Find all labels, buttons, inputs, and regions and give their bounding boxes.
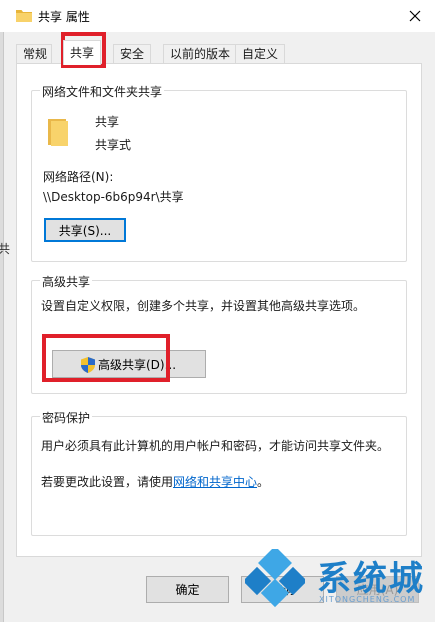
close-button[interactable] xyxy=(403,4,427,28)
tab-security[interactable]: 安全 xyxy=(113,44,151,64)
ok-button[interactable]: 确定 xyxy=(146,576,229,603)
advanced-share-button-label: 高级共享(D)... xyxy=(97,357,177,372)
share-button[interactable]: 共享(S)... xyxy=(44,218,126,242)
network-path-value: \\Desktop-6b6p94r\共享 xyxy=(43,190,184,204)
network-share-group: 网络文件和文件夹共享 共享 共享式 网络路径(N): \\Desktop-6b6… xyxy=(31,83,407,262)
cancel-button[interactable]: 取消 xyxy=(241,576,324,603)
tab-general[interactable]: 常规 xyxy=(16,44,52,64)
advanced-share-button[interactable]: 高级共享(D)... xyxy=(52,350,206,378)
apply-button[interactable]: 应用(A) xyxy=(336,576,419,603)
background-window-edge: 共 xyxy=(0,0,10,622)
password-protection-group: 密码保护 用户必须具有此计算机的用户帐户和密码，才能访问共享文件夹。 若要更改此… xyxy=(31,409,407,536)
advanced-share-group: 高级共享 设置自定义权限，创建多个共享，并设置其他高级共享选项。 高级共享(D)… xyxy=(31,273,407,394)
change-setting-text: 若要更改此设置，请使用网络和共享中心。 xyxy=(41,473,269,490)
tab-customize[interactable]: 自定义 xyxy=(235,44,285,64)
close-icon xyxy=(409,10,421,22)
change-setting-prefix: 若要更改此设置，请使用 xyxy=(41,475,174,489)
uac-shield-icon xyxy=(81,357,95,373)
tab-panel-sharing: 网络文件和文件夹共享 共享 共享式 网络路径(N): \\Desktop-6b6… xyxy=(16,63,422,557)
advanced-share-description: 设置自定义权限，创建多个共享，并设置其他高级共享选项。 xyxy=(41,299,366,313)
network-path-label: 网络路径(N): xyxy=(43,170,114,184)
title-bar: 共享 属性 xyxy=(0,0,435,32)
folder-name: 共享 xyxy=(95,115,120,129)
password-protection-description: 用户必须具有此计算机的用户帐户和密码，才能访问共享文件夹。 xyxy=(41,439,390,453)
folder-share-status: 共享式 xyxy=(95,138,132,152)
password-protection-title: 密码保护 xyxy=(40,409,93,426)
shared-folder-icon xyxy=(48,119,68,146)
background-window-text: 共 xyxy=(0,242,11,256)
window-title: 共享 属性 xyxy=(38,10,90,24)
folder-icon xyxy=(16,10,32,22)
network-share-title: 网络文件和文件夹共享 xyxy=(40,83,165,100)
advanced-share-title: 高级共享 xyxy=(40,273,93,290)
tab-sharing[interactable]: 共享 xyxy=(63,40,101,65)
network-sharing-center-link[interactable]: 网络和共享中心 xyxy=(173,475,257,489)
change-setting-suffix: 。 xyxy=(257,475,270,489)
tab-previous-versions[interactable]: 以前的版本 xyxy=(163,44,237,64)
